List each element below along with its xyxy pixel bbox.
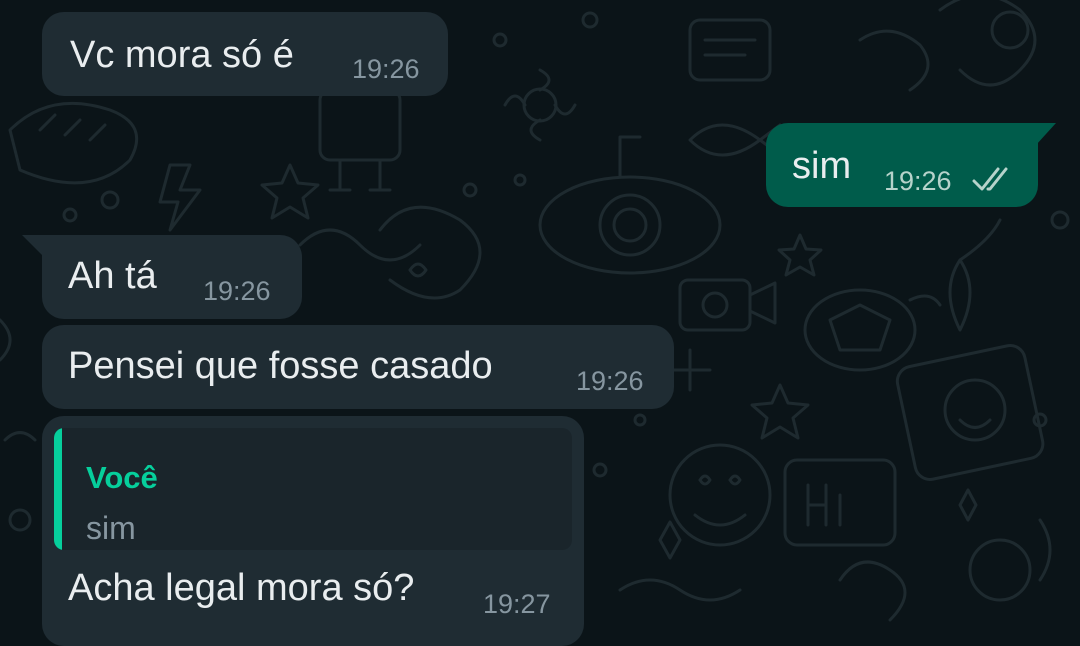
message-text: Ah tá <box>68 255 157 297</box>
read-double-check-icon <box>972 167 1008 191</box>
message-bubble-outgoing[interactable]: sim 19:26 <box>766 123 1038 207</box>
message-text: Pensei que fosse casado <box>68 345 493 387</box>
quoted-message-text: sim <box>86 510 136 546</box>
message-timestamp: 19:26 <box>884 166 952 196</box>
message-text: Acha legal mora só? <box>68 567 415 609</box>
outgoing-bubble-tail <box>1036 123 1056 145</box>
message-timestamp: 19:26 <box>352 54 420 84</box>
message-bubble-incoming-reply[interactable]: Você sim Acha legal mora só? 19:27 <box>42 416 584 646</box>
message-bubble-incoming[interactable]: Ah tá 19:26 <box>42 235 302 319</box>
quoted-message-author: Você <box>86 460 158 495</box>
message-bubble-incoming[interactable]: Vc mora só é 19:26 <box>42 12 448 96</box>
quote-accent-bar <box>54 428 62 550</box>
incoming-bubble-tail <box>22 235 44 257</box>
message-timestamp: 19:27 <box>483 589 551 619</box>
quoted-message[interactable]: Você sim <box>54 428 572 550</box>
message-bubble-incoming[interactable]: Pensei que fosse casado 19:26 <box>42 325 674 409</box>
message-timestamp: 19:26 <box>203 276 271 306</box>
message-timestamp: 19:26 <box>576 366 644 396</box>
message-text: Vc mora só é <box>70 34 294 76</box>
message-text: sim <box>792 145 852 187</box>
